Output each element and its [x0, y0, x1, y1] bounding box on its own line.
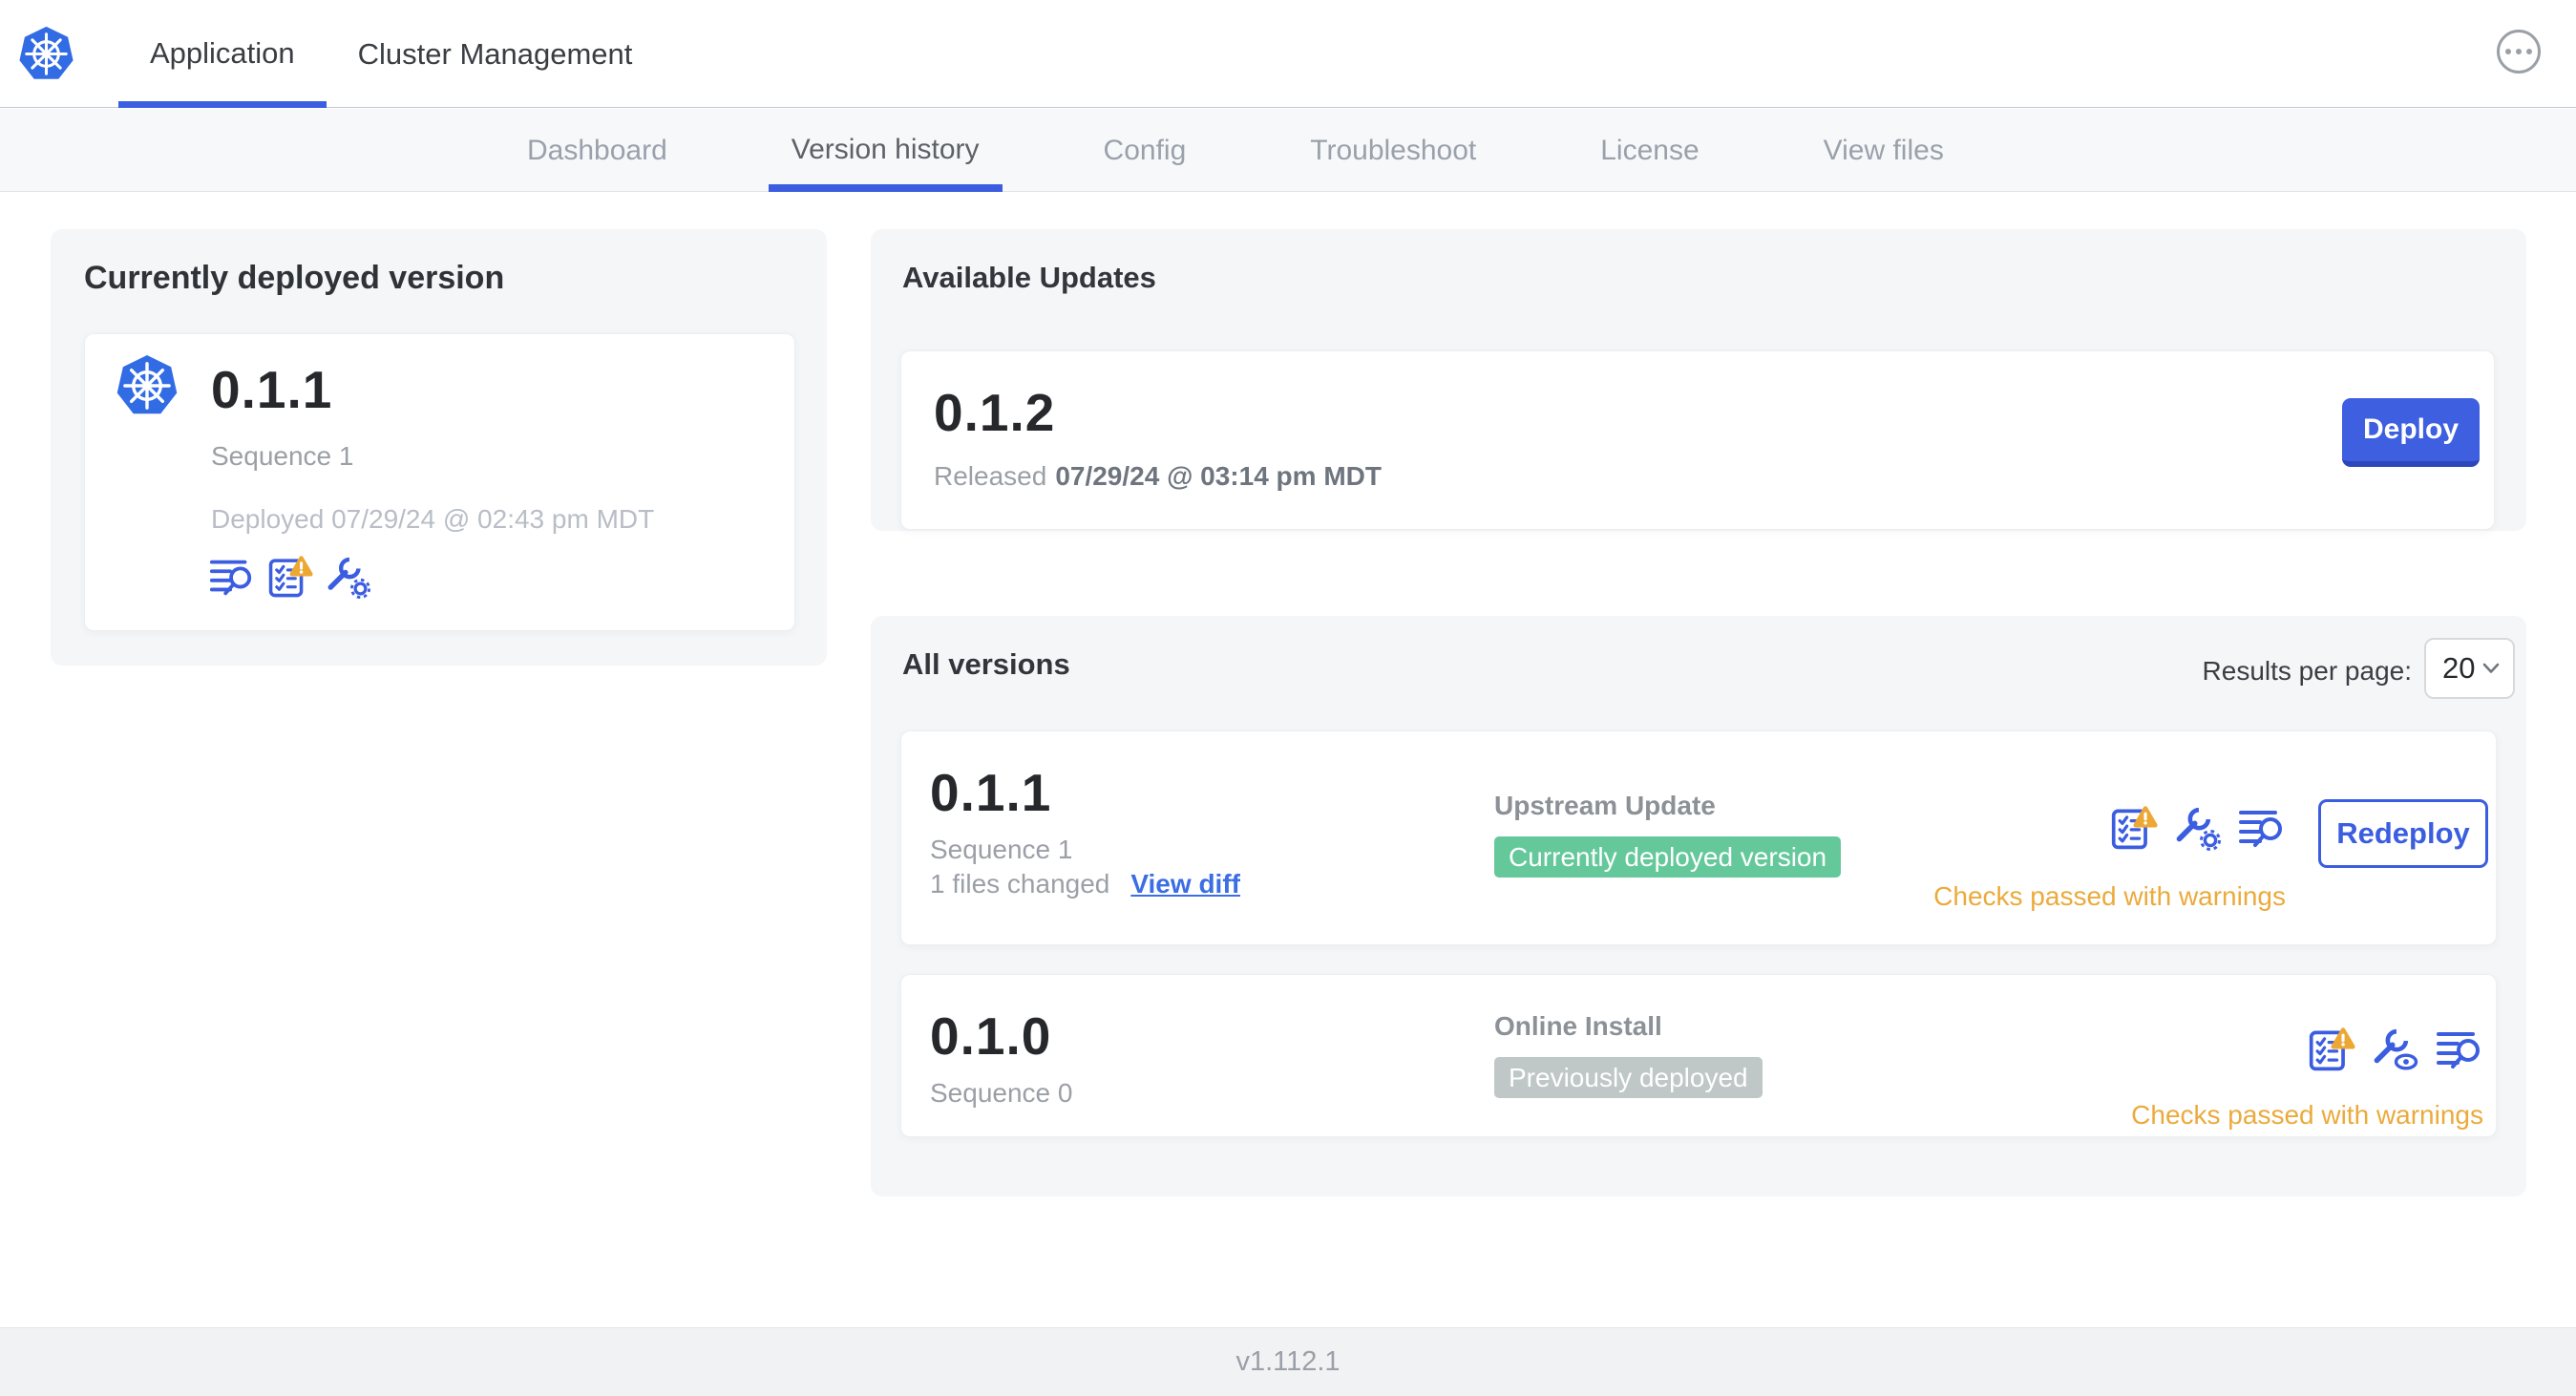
tab-version-history[interactable]: Version history [768, 109, 1003, 192]
preflight-warning-icon [2308, 1026, 2355, 1073]
update-row: 0.1.2 Released 07/29/24 @ 03:14 pm MDT De… [900, 350, 2495, 530]
preflight-warning-icon [2110, 804, 2158, 852]
tab-cluster-management[interactable]: Cluster Management [327, 0, 665, 108]
section-tabs: Dashboard Version history Config Trouble… [504, 109, 1967, 192]
deploy-button[interactable]: Deploy [2342, 398, 2480, 467]
deployed-icon-actions [209, 554, 371, 600]
tab-license[interactable]: License [1577, 109, 1721, 192]
released-prefix: Released [934, 461, 1047, 491]
row-icon-actions [2110, 804, 2286, 852]
file-search-icon [209, 554, 255, 600]
release-notes-button[interactable] [209, 554, 255, 600]
deployed-version-card: 0.1.1 Sequence 1 Deployed 07/29/24 @ 02:… [84, 333, 795, 631]
tab-cluster-management-label: Cluster Management [357, 36, 633, 71]
section-nav-bar: Dashboard Version history Config Trouble… [0, 109, 2576, 192]
wrench-gear-icon [326, 554, 371, 600]
chevron-down-icon [2482, 663, 2500, 674]
release-notes-button[interactable] [2238, 804, 2286, 852]
overflow-menu-button[interactable] [2497, 30, 2541, 74]
row-sequence: Sequence 0 [930, 1078, 1073, 1108]
app-kubernetes-logo-icon [115, 353, 179, 418]
view-config-button[interactable] [2372, 1026, 2419, 1073]
tab-dashboard[interactable]: Dashboard [504, 109, 690, 192]
page-footer: v1.112.1 [0, 1327, 2576, 1396]
preflight-checks-button[interactable] [2308, 1026, 2355, 1073]
view-diff-link[interactable]: View diff [1130, 869, 1240, 899]
version-row-0-1-1: 0.1.1 Sequence 1 1 files changed View di… [900, 730, 2497, 945]
tab-application-label: Application [150, 36, 295, 70]
row-icon-actions [2308, 1026, 2483, 1073]
currently-deployed-badge: Currently deployed version [1494, 836, 1842, 878]
currently-deployed-title: Currently deployed version [84, 260, 505, 296]
preflight-status-text: Checks passed with warnings [2131, 1100, 2483, 1130]
all-versions-card: All versions Results per page: 20 0.1.1 … [871, 616, 2526, 1196]
deployed-sequence: Sequence 1 [211, 441, 354, 471]
tab-config[interactable]: Config [1081, 109, 1210, 192]
row-version-number: 0.1.1 [930, 763, 1052, 822]
version-history-page: Application Cluster Management Dashboard… [0, 0, 2576, 1396]
currently-deployed-card: Currently deployed version 0.1.1 Sequenc… [51, 229, 827, 666]
version-row-0-1-0: 0.1.0 Sequence 0 Online Install Previous… [900, 974, 2497, 1137]
wrench-gear-icon [2174, 804, 2222, 852]
update-released-line: Released 07/29/24 @ 03:14 pm MDT [934, 461, 1382, 492]
edit-config-button[interactable] [326, 554, 371, 600]
preflight-warning-icon [267, 554, 313, 600]
console-version: v1.112.1 [1235, 1346, 1341, 1377]
available-updates-card: Available Updates 0.1.2 Released 07/29/24… [871, 229, 2526, 531]
file-search-icon [2436, 1026, 2483, 1073]
previously-deployed-badge: Previously deployed [1494, 1057, 1763, 1098]
all-versions-title: All versions [902, 647, 1070, 681]
row-files-changed: 1 files changed View diff [930, 869, 1240, 899]
preflight-status-text: Checks passed with warnings [1933, 881, 2286, 911]
update-version-number: 0.1.2 [934, 383, 1056, 442]
edit-config-button[interactable] [2174, 804, 2222, 852]
tab-view-files[interactable]: View files [1801, 109, 1967, 192]
released-date: 07/29/24 @ 03:14 pm MDT [1055, 461, 1382, 491]
top-nav-bar: Application Cluster Management [0, 0, 2576, 108]
results-per-page-value: 20 [2442, 651, 2476, 685]
results-per-page-select[interactable]: 20 [2424, 638, 2515, 699]
kubernetes-logo-icon [17, 25, 75, 83]
deployed-version-number: 0.1.1 [211, 360, 333, 419]
row-source: Online Install [1494, 1011, 1662, 1041]
preflight-checks-button[interactable] [267, 554, 313, 600]
deployed-timestamp: Deployed 07/29/24 @ 02:43 pm MDT [211, 504, 655, 534]
release-notes-button[interactable] [2436, 1026, 2483, 1073]
redeploy-button[interactable]: Redeploy [2318, 799, 2488, 868]
preflight-checks-button[interactable] [2110, 804, 2158, 852]
row-source: Upstream Update [1494, 791, 1716, 820]
app-tabs: Application Cluster Management [118, 0, 664, 108]
tab-troubleshoot[interactable]: Troubleshoot [1287, 109, 1499, 192]
ellipsis-icon [2505, 49, 2511, 54]
files-changed-text: 1 files changed [930, 869, 1110, 899]
row-sequence: Sequence 1 [930, 835, 1073, 864]
results-per-page-label: Results per page: [2202, 656, 2412, 686]
wrench-eye-icon [2372, 1026, 2419, 1073]
tab-application[interactable]: Application [118, 0, 327, 108]
row-version-number: 0.1.0 [930, 1006, 1052, 1066]
available-updates-title: Available Updates [902, 261, 1156, 294]
file-search-icon [2238, 804, 2286, 852]
